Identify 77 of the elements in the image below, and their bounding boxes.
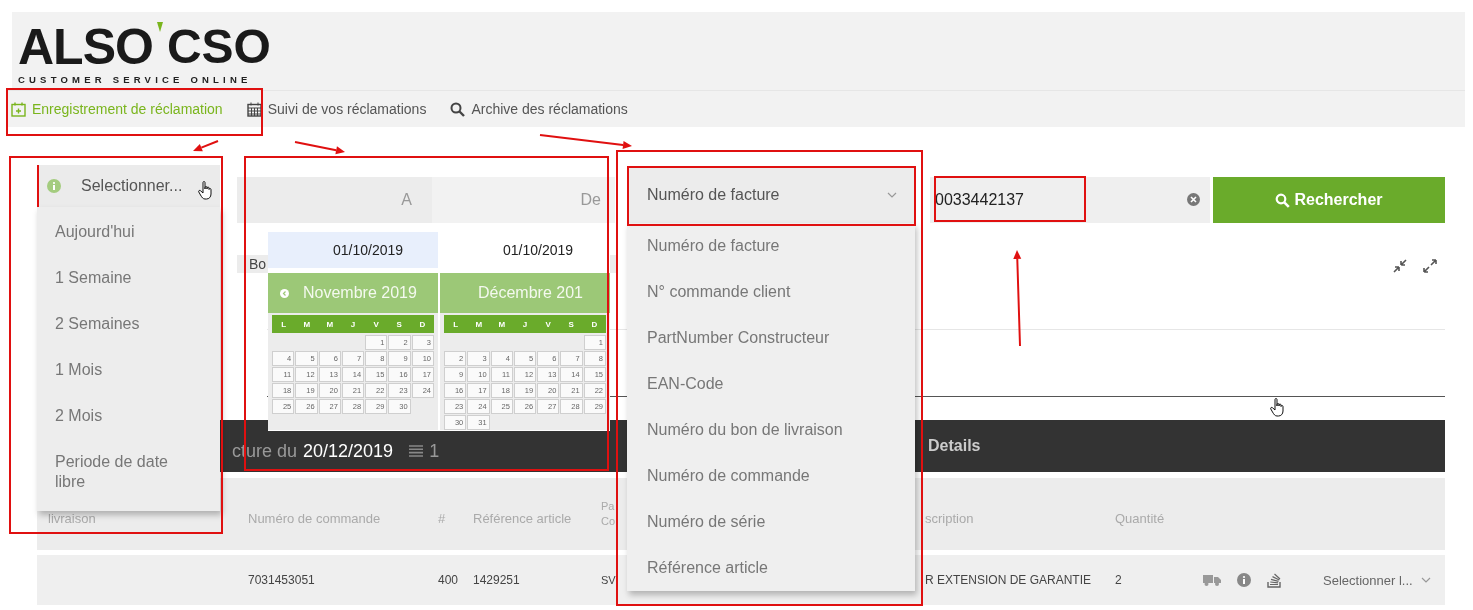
caret-icon <box>887 192 897 198</box>
info-icon <box>47 179 61 193</box>
column-header: Numéro de commande <box>248 510 382 528</box>
weekday-label: V <box>544 319 552 329</box>
month-title: Novembre 2019 <box>303 284 417 302</box>
search-icon <box>450 101 466 117</box>
brand-name: ALSO <box>18 22 153 72</box>
weekday-label: S <box>395 319 403 329</box>
weekday-label: M <box>302 319 312 329</box>
weekday-label: M <box>474 319 484 329</box>
collapse-icon[interactable] <box>1393 259 1407 273</box>
weekday-label: D <box>418 319 427 329</box>
table-cell-text: 1429251 <box>473 573 521 587</box>
info-icon[interactable] <box>1237 573 1251 587</box>
weekday-label: M <box>325 319 335 329</box>
dropdown-option[interactable]: Numéro du bon de livraison <box>627 407 915 453</box>
hand-cursor-icon <box>198 181 213 201</box>
annotation-arrow <box>294 141 345 155</box>
dropdown-field[interactable]: Selectionner... <box>37 165 220 207</box>
dropdown-option[interactable]: 1 Semaine <box>37 255 203 301</box>
weekday-label: S <box>567 319 575 329</box>
annotation-arrow <box>193 140 219 152</box>
nav-tab[interactable]: Suivi de vos réclamations <box>246 101 427 117</box>
dropdown-option[interactable]: N° commande client <box>627 269 915 315</box>
clear-icon[interactable] <box>1187 193 1200 206</box>
column-header: Quantité <box>1115 510 1166 528</box>
weekday-label: M <box>497 319 507 329</box>
dropdown-option[interactable]: PartNumber Constructeur <box>627 315 915 361</box>
table-cell-text: 2 <box>1115 573 1123 587</box>
invoice-date: 20/12/2019 <box>303 440 394 462</box>
column-header: A <box>237 177 432 223</box>
dropdown-option[interactable]: Numéro de commande <box>627 453 915 499</box>
details-label: Details <box>928 437 982 455</box>
calendar-icon <box>246 101 262 117</box>
column-header: livraison <box>48 510 97 528</box>
dropdown-option[interactable]: Numéro de série <box>627 499 915 545</box>
caret-icon <box>1420 577 1431 583</box>
stack-icon[interactable] <box>1267 572 1281 588</box>
table-cell-text: 7031453051 <box>248 573 316 587</box>
search-field[interactable]: 0033442137 <box>930 177 1210 223</box>
table-cell-text: 400 <box>438 573 460 587</box>
nav-tab[interactable]: Archive des réclamations <box>450 101 628 117</box>
column-header: scription <box>925 510 975 528</box>
month-title: Décembre 201 <box>478 284 583 302</box>
weekday-label: J <box>521 319 529 329</box>
dropdown-option[interactable]: Periode de date libre <box>37 439 203 505</box>
weekday-label: V <box>372 319 380 329</box>
weekday-label: J <box>349 319 357 329</box>
table-cell-text: SV <box>601 574 617 586</box>
weekday-label: D <box>590 319 599 329</box>
calendar-plus-icon <box>11 101 26 117</box>
dropdown-field[interactable]: Selectionner l... <box>1323 572 1445 588</box>
truck-icon[interactable] <box>1203 574 1221 586</box>
item-count: 1 <box>429 440 440 462</box>
dropdown-option[interactable]: Aujourd'hui <box>37 209 203 255</box>
column-header: Pa Co <box>601 499 617 529</box>
table-cell-text: R EXTENSION DE GARANTIE <box>925 573 1093 587</box>
dropdown-option[interactable]: EAN-Code <box>627 361 915 407</box>
dropdown-option[interactable]: Numéro de facture <box>627 223 915 269</box>
weekday-label: L <box>280 319 287 329</box>
column-header: Référence article <box>473 510 573 528</box>
dropdown-option[interactable]: 2 Mois <box>37 393 203 439</box>
dropdown-option[interactable]: Référence article <box>627 545 915 591</box>
date-field[interactable]: 01/10/2019 <box>268 232 438 268</box>
column-header: De <box>432 177 615 223</box>
column-header: # <box>438 510 447 528</box>
expand-icon[interactable] <box>1423 259 1437 273</box>
hand-cursor-icon <box>1270 398 1285 418</box>
dropdown-field[interactable]: Numéro de facture <box>627 167 915 223</box>
accent-mark <box>156 22 163 32</box>
list-icon <box>409 445 424 457</box>
search-icon <box>1275 192 1291 208</box>
dropdown-option[interactable]: 1 Mois <box>37 347 203 393</box>
weekday-label: L <box>452 319 459 329</box>
tagline: CUSTOMER SERVICE ONLINE <box>18 74 253 85</box>
dropdown-option[interactable]: 2 Semaines <box>37 301 203 347</box>
product-name: CSO <box>166 23 271 71</box>
